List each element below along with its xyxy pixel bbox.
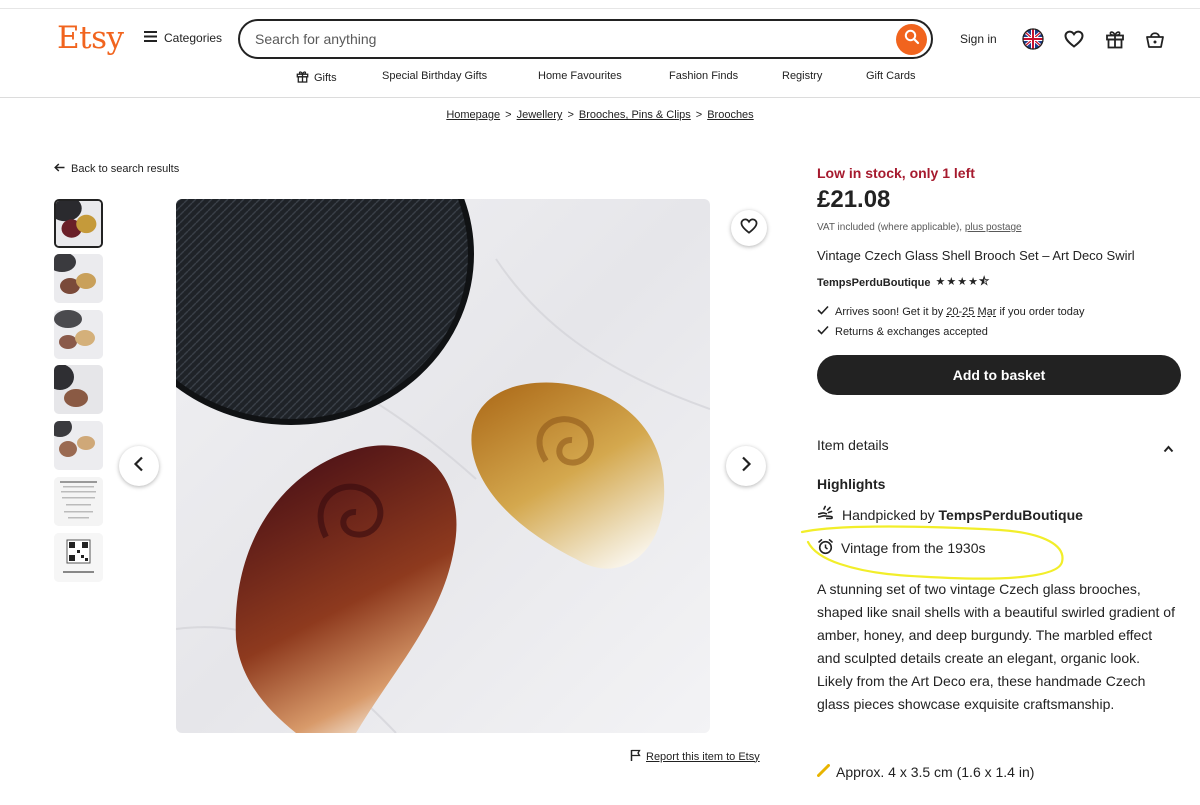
breadcrumb-separator: > xyxy=(505,109,512,121)
ruler-icon xyxy=(817,764,830,780)
chevron-right-icon xyxy=(740,456,752,477)
breadcrumb: Homepage > Jewellery > Brooches, Pins & Clip… xyxy=(0,109,1200,121)
returns-label: Returns & exchanges accepted xyxy=(835,325,988,338)
arrives-prefix: Arrives soon! Get it by xyxy=(835,305,944,318)
check-icon xyxy=(817,325,829,338)
nav-gifts[interactable]: Gifts xyxy=(296,70,337,86)
plus-postage-link[interactable]: plus postage xyxy=(965,222,1022,233)
search-icon xyxy=(904,29,920,50)
search-bar[interactable]: Search for anything xyxy=(238,19,933,59)
item-details-toggle[interactable]: Item details xyxy=(817,437,1177,453)
thumbnail-4[interactable] xyxy=(54,365,103,414)
breadcrumb-brooches-pins-clips[interactable]: Brooches, Pins & Clips xyxy=(579,109,691,121)
report-label: Report this item to Etsy xyxy=(646,750,760,763)
chevron-up-icon[interactable] xyxy=(1163,440,1174,458)
breadcrumb-homepage[interactable]: Homepage xyxy=(446,109,500,121)
highlights-heading: Highlights xyxy=(817,476,886,492)
vat-note: VAT included (where applicable), plus po… xyxy=(817,222,1022,233)
arrives-suffix: if you order today xyxy=(999,305,1085,318)
chevron-left-icon xyxy=(133,456,145,477)
flag-icon xyxy=(630,749,641,764)
top-divider xyxy=(0,8,1200,9)
product-price: £21.08 xyxy=(817,186,891,213)
categories-button[interactable]: Categories xyxy=(144,31,222,45)
basket-icon[interactable] xyxy=(1144,28,1166,50)
thumbnail-7[interactable] xyxy=(54,533,103,582)
nav-home-favourites[interactable]: Home Favourites xyxy=(538,70,622,82)
yellow-annotation-scribble xyxy=(800,525,1064,580)
hamburger-icon xyxy=(144,31,157,45)
back-to-search-results[interactable]: Back to search results xyxy=(54,163,179,175)
returns-info: Returns & exchanges accepted xyxy=(817,325,988,338)
arrival-date[interactable]: 20-25 Mar xyxy=(946,306,996,318)
previous-image-button[interactable] xyxy=(119,446,159,486)
etsy-logo[interactable]: Etsy xyxy=(57,20,124,56)
main-product-image[interactable] xyxy=(176,199,710,733)
thumbnail-3[interactable] xyxy=(54,310,103,359)
search-button[interactable] xyxy=(896,24,927,55)
report-item-link[interactable]: Report this item to Etsy xyxy=(630,749,760,764)
size-label: Approx. 4 x 3.5 cm (1.6 x 1.4 in) xyxy=(836,764,1035,780)
back-label: Back to search results xyxy=(71,163,180,175)
star-rating[interactable]: ★★★★⯪ xyxy=(935,273,990,292)
nav-registry[interactable]: Registry xyxy=(782,70,822,82)
stock-status: Low in stock, only 1 left xyxy=(817,165,975,181)
heart-icon xyxy=(740,218,758,239)
breadcrumb-separator: > xyxy=(567,109,574,121)
search-input[interactable]: Search for anything xyxy=(255,31,376,47)
check-icon xyxy=(817,305,829,318)
favorite-button[interactable] xyxy=(731,210,767,246)
gift-icon[interactable] xyxy=(1104,28,1126,50)
globe-icon[interactable] xyxy=(1022,28,1044,50)
product-title: Vintage Czech Glass Shell Brooch Set – A… xyxy=(817,248,1135,263)
heart-icon[interactable] xyxy=(1063,28,1085,50)
breadcrumb-jewellery[interactable]: Jewellery xyxy=(517,109,563,121)
vat-text: VAT included (where applicable), xyxy=(817,222,963,233)
sign-in-link[interactable]: Sign in xyxy=(960,32,997,46)
nav-fashion-finds[interactable]: Fashion Finds xyxy=(669,70,738,82)
gift-icon xyxy=(296,70,309,86)
shop-name-link[interactable]: TempsPerduBoutique xyxy=(817,277,930,289)
sub-navigation: Gifts Special Birthday Gifts Home Favour… xyxy=(0,70,1200,86)
add-to-basket-button[interactable]: Add to basket xyxy=(817,355,1181,395)
breadcrumb-brooches[interactable]: Brooches xyxy=(707,109,753,121)
breadcrumb-separator: > xyxy=(695,109,703,121)
shop-info: TempsPerduBoutique ★★★★⯪ xyxy=(817,273,990,292)
header-divider xyxy=(0,97,1200,98)
arrow-left-icon xyxy=(54,163,65,175)
thumbnail-2[interactable] xyxy=(54,254,103,303)
thumbnail-5[interactable] xyxy=(54,421,103,470)
nav-special-birthday-gifts[interactable]: Special Birthday Gifts xyxy=(382,70,487,82)
thumbnail-6[interactable] xyxy=(54,477,103,526)
arrival-info: Arrives soon! Get it by 20-25 Mar if you… xyxy=(817,305,1084,318)
categories-label: Categories xyxy=(164,31,223,45)
thumbnail-1[interactable] xyxy=(54,199,103,248)
nav-gift-cards[interactable]: Gift Cards xyxy=(866,70,916,82)
nav-gifts-label: Gifts xyxy=(314,72,337,84)
size-highlight: Approx. 4 x 3.5 cm (1.6 x 1.4 in) xyxy=(817,764,1034,780)
next-image-button[interactable] xyxy=(726,446,766,486)
product-description: A stunning set of two vintage Czech glas… xyxy=(817,581,1175,712)
